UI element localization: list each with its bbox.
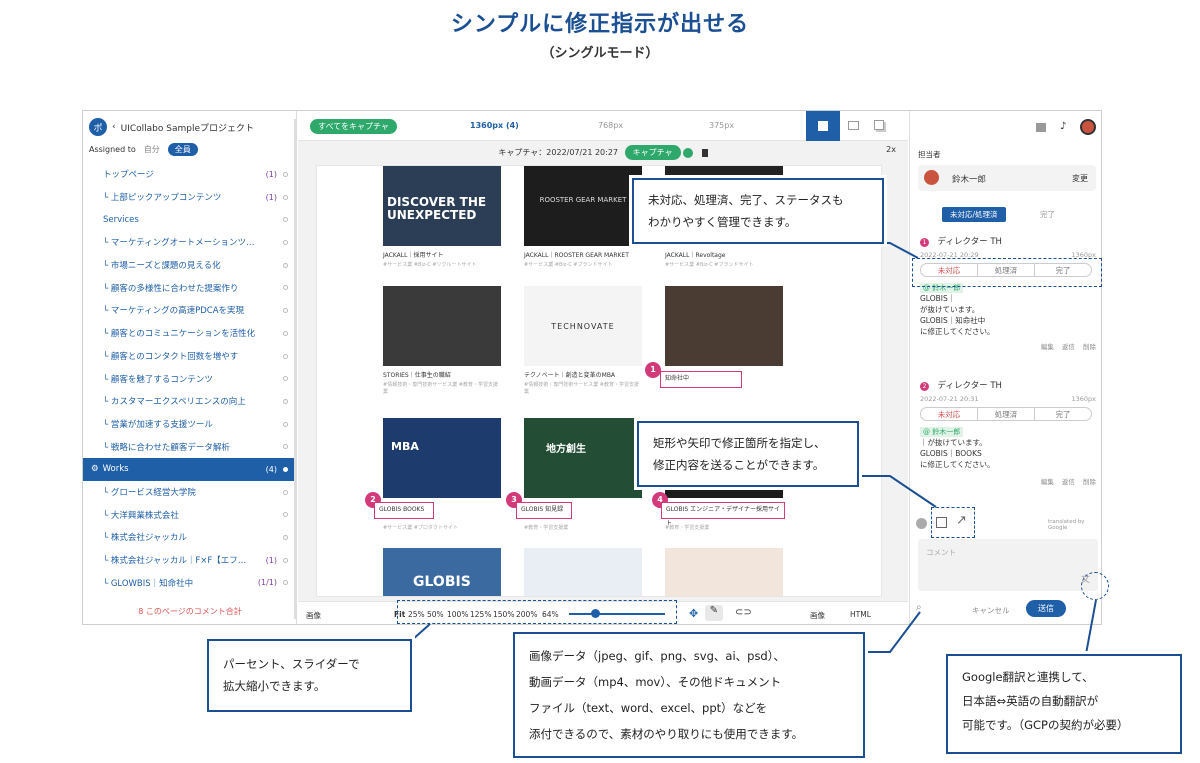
callout-line: 矩形や矢印で修正箇所を指定し、 [653,436,826,450]
callout-line: 日本語⇔英語の自動翻訳が [962,694,1099,708]
callout-line: 動画データ（mp4、mov）、その他ドキュメント [529,675,782,689]
callout-line: 可能です。（GCPの契約が必要） [962,718,1129,732]
connector-translate [1085,599,1097,655]
callout-line: 修正内容を送ることができます。 [653,458,825,472]
callout-line: わかりやすく管理できます。 [648,215,797,229]
callout-line: ファイル（text、word、excel、ppt）などを [529,701,768,715]
callout-status: 未対応、処理済、完了、ステータスも わかりやすく管理できます。 [632,178,884,244]
connector-rect [858,475,937,508]
connector-status [862,242,919,259]
callout-attachments: 画像データ（jpeg、gif、png、svg、ai、psd）、 動画データ（mp… [513,632,865,758]
callout-rect-tool: 矩形や矢印で修正箇所を指定し、 修正内容を送ることができます。 [637,421,859,487]
callout-line: パーセント、スライダーで [223,657,360,671]
callout-line: 拡大縮小できます。 [223,679,326,693]
callout-line: 添付できるので、素材のやり取りにも使用できます。 [529,727,804,741]
callout-zoom: パーセント、スライダーで 拡大縮小できます。 [207,639,412,712]
callout-line: Google翻訳と連携して、 [962,670,1094,684]
callout-line: 未対応、処理済、完了、ステータスも [648,193,844,207]
callout-translate: Google翻訳と連携して、 日本語⇔英語の自動翻訳が 可能です。（GCPの契約… [946,654,1182,754]
connector-attach [864,611,921,653]
callout-line: 画像データ（jpeg、gif、png、svg、ai、psd）、 [529,649,785,663]
connector-zoom [411,623,431,641]
